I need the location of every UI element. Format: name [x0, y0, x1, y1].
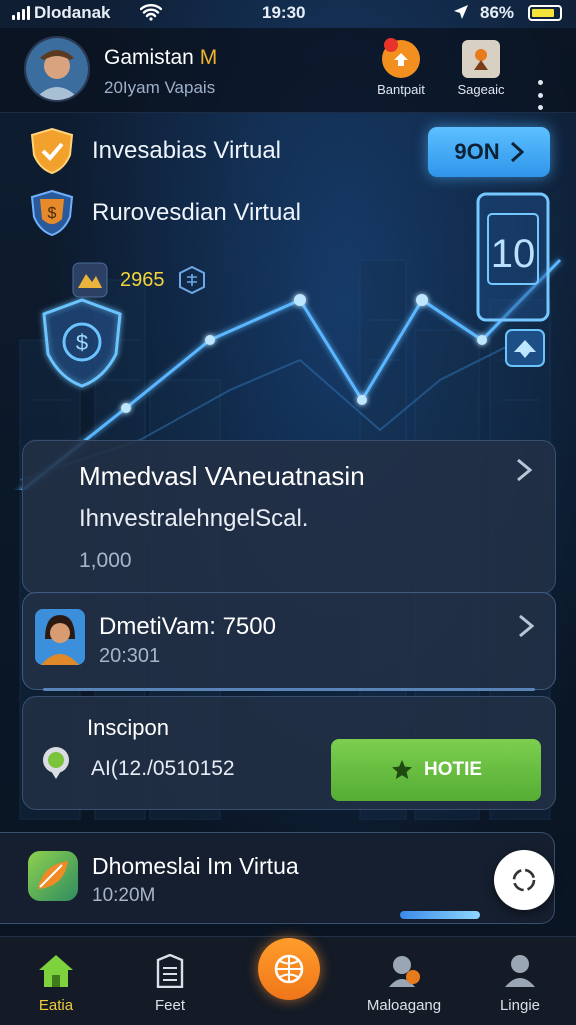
more-options-icon[interactable] — [532, 80, 548, 110]
profile-icon — [500, 951, 540, 991]
user-name: Gamistan M — [104, 46, 217, 70]
chevron-right-icon — [515, 457, 533, 490]
person-date: 20:301 — [99, 645, 161, 667]
hotie-button-label: HOTIE — [423, 759, 483, 780]
app-header: Gamistan M 20Iyam Vapais Bantpait Sageai… — [0, 28, 576, 113]
hero-action-label: 9ON — [454, 139, 500, 164]
document-icon — [150, 951, 190, 991]
app-row-title: Dhomeslai Im Virtua — [92, 853, 299, 879]
summary-value: 1,000 — [79, 549, 132, 572]
battery-percent: 86% — [480, 3, 515, 22]
tab-label: Feet — [154, 997, 185, 1014]
user-subtitle: 20Iyam Vapais — [104, 78, 216, 97]
app-row-progress — [400, 911, 480, 919]
person-card[interactable]: DmetiVam: 7500 20:301 — [22, 592, 556, 691]
summary-card[interactable]: Mmedvasl VAneuatnasin IhnvestralehngelSc… — [22, 440, 556, 594]
tab-label: Eatia — [38, 997, 74, 1014]
chevron-right-icon — [510, 141, 524, 163]
summary-title: Mmedvasl VAneuatnasin — [79, 461, 365, 491]
dollar-shield-icon: $ — [42, 298, 122, 388]
refresh-fab[interactable] — [494, 850, 554, 910]
hero-line-2: Rurovesdian Virtual — [92, 199, 302, 226]
person-photo — [35, 609, 85, 665]
location-arrow-icon — [452, 3, 470, 26]
tab-maloagang[interactable]: Maloagang — [354, 951, 454, 1014]
app-leaf-icon — [28, 851, 78, 901]
user-name-main: Gamistan — [104, 46, 194, 69]
hero-action-button[interactable]: 9ON — [428, 127, 550, 177]
chevron-right-icon — [517, 613, 535, 646]
wifi-icon — [139, 3, 163, 26]
inscipon-label: Inscipon — [87, 715, 169, 740]
tab-home[interactable]: Eatia — [6, 951, 106, 1014]
avatar[interactable] — [24, 36, 90, 102]
app-row-time: 10:20M — [92, 885, 156, 906]
refresh-icon — [512, 868, 536, 892]
center-action-button[interactable] — [258, 938, 320, 1000]
tab-feet[interactable]: Feet — [120, 951, 220, 1014]
globe-icon — [274, 954, 304, 984]
trend-points — [121, 294, 487, 413]
tab-lingie[interactable]: Lingie — [470, 951, 570, 1014]
header-action-notifications[interactable]: Bantpait — [356, 38, 446, 97]
star-icon — [391, 760, 412, 779]
inscipon-code: AI(12./0510152 — [91, 757, 235, 780]
status-bar: Dlodanak 19:30 86% — [0, 0, 576, 28]
person-badge-icon — [384, 951, 424, 991]
battery-icon — [528, 5, 562, 21]
svg-text:$: $ — [48, 205, 57, 222]
level-badge[interactable]: 10 — [474, 190, 552, 324]
location-pin-icon — [43, 747, 69, 779]
tab-label: Maloagang — [366, 997, 442, 1014]
coins-value: 2965 — [120, 268, 165, 291]
inscipon-card: Inscipon AI(12./0510152 HOTIE — [22, 696, 556, 810]
app-row-card[interactable]: Dhomeslai Im Virtua 10:20M — [0, 832, 555, 924]
gold-shield-icon — [30, 127, 74, 175]
person-name: DmetiVam: 7500 — [99, 613, 276, 640]
dollar-badge-icon: $ — [30, 189, 74, 237]
level-badge-number: 10 — [490, 232, 536, 276]
header-action-label: Bantpait — [377, 82, 425, 97]
signal-icon — [12, 6, 30, 20]
grid-badge-icon — [178, 265, 205, 295]
card-divider — [43, 688, 535, 691]
gift-box-icon — [462, 40, 500, 78]
hero-line-1: Invesabias Virtual — [92, 137, 281, 164]
hero-row-virtual: $ Rurovesdian Virtual — [28, 189, 302, 237]
bell-badge-icon — [382, 38, 420, 78]
header-action-rewards[interactable]: Sageaic — [436, 40, 526, 97]
home-icon — [36, 951, 76, 991]
tab-label: Lingie — [499, 997, 541, 1014]
clock: 19:30 — [262, 3, 306, 22]
user-name-suffix: M — [199, 46, 218, 69]
gold-coins-icon — [72, 262, 108, 298]
carrier-name: Dlodanak — [34, 3, 111, 22]
small-badge-icon — [505, 329, 545, 367]
coins-row: 2965 — [72, 262, 207, 298]
hotie-button[interactable]: HOTIE — [331, 739, 541, 801]
notification-dot — [384, 38, 398, 52]
header-action-label: Sageaic — [457, 82, 505, 97]
summary-subtitle: IhnvestralehngelScal. — [79, 505, 309, 532]
hero-row-invest: Invesabias Virtual — [28, 127, 281, 175]
svg-text:$: $ — [76, 330, 88, 355]
